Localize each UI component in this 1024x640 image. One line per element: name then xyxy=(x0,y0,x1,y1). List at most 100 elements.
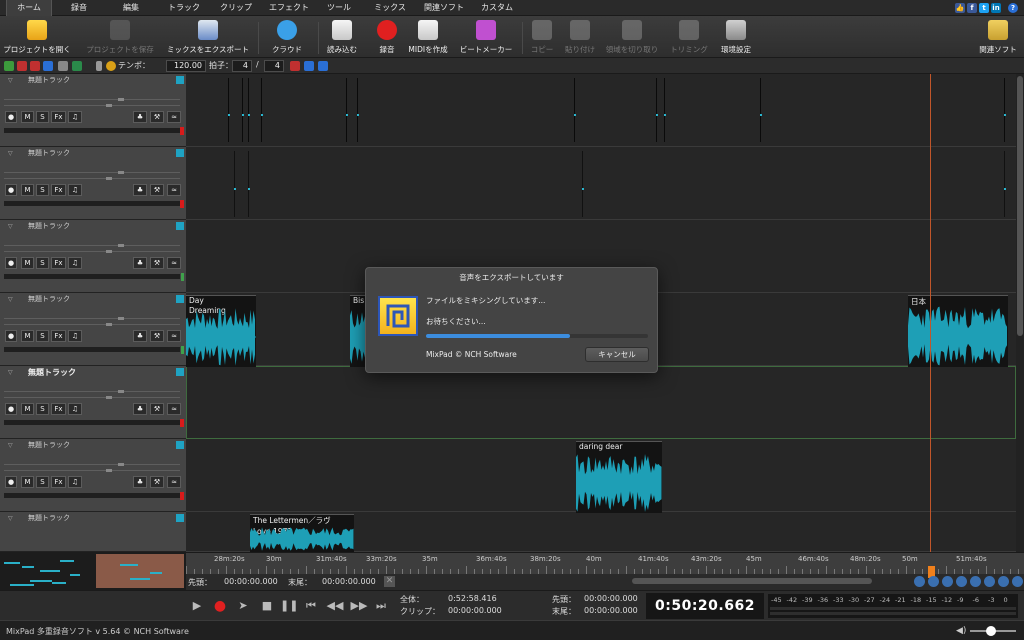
automation-icon[interactable]: ≈ xyxy=(167,184,181,196)
rewind-icon[interactable]: ◀◀ xyxy=(326,597,344,615)
record-button[interactable]: 録音 xyxy=(372,18,402,56)
headphones-icon[interactable]: ♫ xyxy=(68,111,82,123)
pencil-icon[interactable] xyxy=(96,61,102,71)
headphones-icon[interactable]: ♫ xyxy=(68,476,82,488)
help-icon[interactable]: ? xyxy=(1008,3,1018,13)
copy-button[interactable]: コピー xyxy=(526,18,558,56)
create-midi-button[interactable]: MIDIを作成 xyxy=(404,18,452,56)
pan-knob[interactable] xyxy=(106,396,112,399)
headphones-icon[interactable]: ♫ xyxy=(68,257,82,269)
facebook-icon[interactable]: f xyxy=(967,3,977,13)
volume-slider[interactable] xyxy=(4,245,180,246)
wrench-icon[interactable]: ⚒ xyxy=(150,330,164,342)
pan-slider[interactable] xyxy=(4,251,180,252)
track-header-4[interactable]: ▽ 無題トラック ● M S Fx ♫ ♣ ⚒ ≈ xyxy=(0,293,186,366)
headphones-icon[interactable]: ♫ xyxy=(68,184,82,196)
track-color-swatch[interactable] xyxy=(176,441,184,449)
track-name[interactable]: 無題トラック xyxy=(28,148,70,158)
cut-region-button[interactable]: 領域を切り取り xyxy=(602,18,662,56)
clip-day[interactable]: Day Dreaming xyxy=(186,295,256,367)
scroll-thumb[interactable] xyxy=(1017,76,1023,336)
fx-button[interactable]: Fx xyxy=(51,403,66,415)
wrench-icon[interactable]: ⚒ xyxy=(150,257,164,269)
mute-button[interactable]: M xyxy=(21,111,34,123)
arm-button[interactable]: ● xyxy=(5,257,17,269)
track-header-5[interactable]: ▽ 無題トラック ● M S Fx ♫ ♣ ⚒ ≈ xyxy=(0,366,186,439)
twitter-icon[interactable]: t xyxy=(979,3,989,13)
automation-icon[interactable]: ≈ xyxy=(167,403,181,415)
beat-unit-input[interactable]: 4 xyxy=(264,60,284,72)
mixer-icon[interactable]: ♣ xyxy=(133,403,147,415)
tab-mix[interactable]: ミックス xyxy=(370,0,410,16)
solo-button[interactable]: S xyxy=(36,257,49,269)
beat-snap-icon[interactable] xyxy=(318,61,328,71)
record-icon[interactable]: ● xyxy=(211,597,229,615)
solo-button[interactable]: S xyxy=(36,184,49,196)
pan-slider[interactable] xyxy=(4,178,180,179)
track-header-6[interactable]: ▽ 無題トラック ● M S Fx ♫ ♣ ⚒ ≈ xyxy=(0,439,186,512)
track-color-swatch[interactable] xyxy=(176,514,184,522)
track-lane-2[interactable] xyxy=(186,147,1016,220)
fx-button[interactable]: Fx xyxy=(51,330,66,342)
arm-button[interactable]: ● xyxy=(5,111,17,123)
clear-icon[interactable] xyxy=(43,61,53,71)
automation-icon[interactable]: ≈ xyxy=(167,257,181,269)
tab-related[interactable]: 関連ソフト xyxy=(420,0,468,16)
fx-button[interactable]: Fx xyxy=(51,184,66,196)
mute-button[interactable]: M xyxy=(21,403,34,415)
arm-button[interactable]: ● xyxy=(5,184,17,196)
mute-button[interactable]: M xyxy=(21,330,34,342)
automation-icon[interactable]: ≈ xyxy=(167,476,181,488)
track-header-3[interactable]: ▽ 無題トラック ● M S Fx ♫ ♣ ⚒ ≈ xyxy=(0,220,186,293)
export-mix-button[interactable]: ミックスをエクスポート xyxy=(162,18,254,56)
volume-knob[interactable] xyxy=(118,244,124,247)
wrench-icon[interactable]: ⚒ xyxy=(150,476,164,488)
track-header-1[interactable]: ▽ 無題トラック ● M S Fx ♫ ♣ ⚒ ≈ xyxy=(0,74,186,147)
pan-slider[interactable] xyxy=(4,470,180,471)
trim-button[interactable]: トリミング xyxy=(666,18,712,56)
play-icon[interactable]: ▶ xyxy=(188,597,206,615)
pan-knob[interactable] xyxy=(106,250,112,253)
track-name[interactable]: 無題トラック xyxy=(28,75,70,85)
volume-slider[interactable] xyxy=(4,172,180,173)
zoom-button[interactable] xyxy=(984,576,995,587)
automation-icon[interactable]: ≈ xyxy=(167,111,181,123)
go-end-icon[interactable]: ⏭ xyxy=(372,597,390,615)
zoom-button[interactable] xyxy=(956,576,967,587)
tab-tools[interactable]: ツール xyxy=(322,0,356,16)
solo-button[interactable]: S xyxy=(36,403,49,415)
timeline-ruler[interactable]: 28m:20s 30m 31m:40s 33m:20s 35m 36m:40s 38m:20… xyxy=(186,552,1024,574)
clip-lettermen[interactable]: The Lettermen／ラヴ Love 1971 xyxy=(250,514,354,552)
cursor-icon[interactable]: ➤ xyxy=(234,597,252,615)
selection-start-value[interactable]: 00:00:00.000 xyxy=(224,577,278,586)
volume-knob[interactable] xyxy=(118,98,124,101)
selection-end-value[interactable]: 00:00:00.000 xyxy=(322,577,376,586)
wrench-icon[interactable]: ⚒ xyxy=(150,111,164,123)
tab-custom[interactable]: カスタム xyxy=(476,0,518,16)
go-start-icon[interactable]: ⏮ xyxy=(302,597,320,615)
clear-selection-icon[interactable]: ✕ xyxy=(384,576,395,587)
tab-effect[interactable]: エフェクト xyxy=(264,0,314,16)
paste-button[interactable]: 貼り付け xyxy=(560,18,600,56)
track-name[interactable]: 無題トラック xyxy=(28,513,70,523)
volume-slider[interactable] xyxy=(4,318,180,319)
solo-button[interactable]: S xyxy=(36,476,49,488)
volume-knob[interactable] xyxy=(118,463,124,466)
stop-icon[interactable]: ■ xyxy=(258,597,276,615)
volume-slider[interactable] xyxy=(4,99,180,100)
settings-button[interactable]: 環境設定 xyxy=(716,18,756,56)
pause-icon[interactable]: ❚❚ xyxy=(280,597,298,615)
mixer-icon[interactable]: ♣ xyxy=(133,184,147,196)
headphones-icon[interactable]: ♫ xyxy=(68,403,82,415)
volume-knob[interactable] xyxy=(986,626,996,636)
volume-knob[interactable] xyxy=(118,390,124,393)
beat-maker-button[interactable]: ビートメーカー xyxy=(456,18,516,56)
pan-slider[interactable] xyxy=(4,105,180,106)
arm-button[interactable]: ● xyxy=(5,330,17,342)
mute-button[interactable]: M xyxy=(21,476,34,488)
like-icon[interactable]: 👍 xyxy=(955,3,965,13)
track-lane-5[interactable] xyxy=(186,366,1016,439)
headphones-icon[interactable]: ♫ xyxy=(68,330,82,342)
project-overview[interactable] xyxy=(0,552,186,590)
tab-track[interactable]: トラック xyxy=(162,0,206,16)
